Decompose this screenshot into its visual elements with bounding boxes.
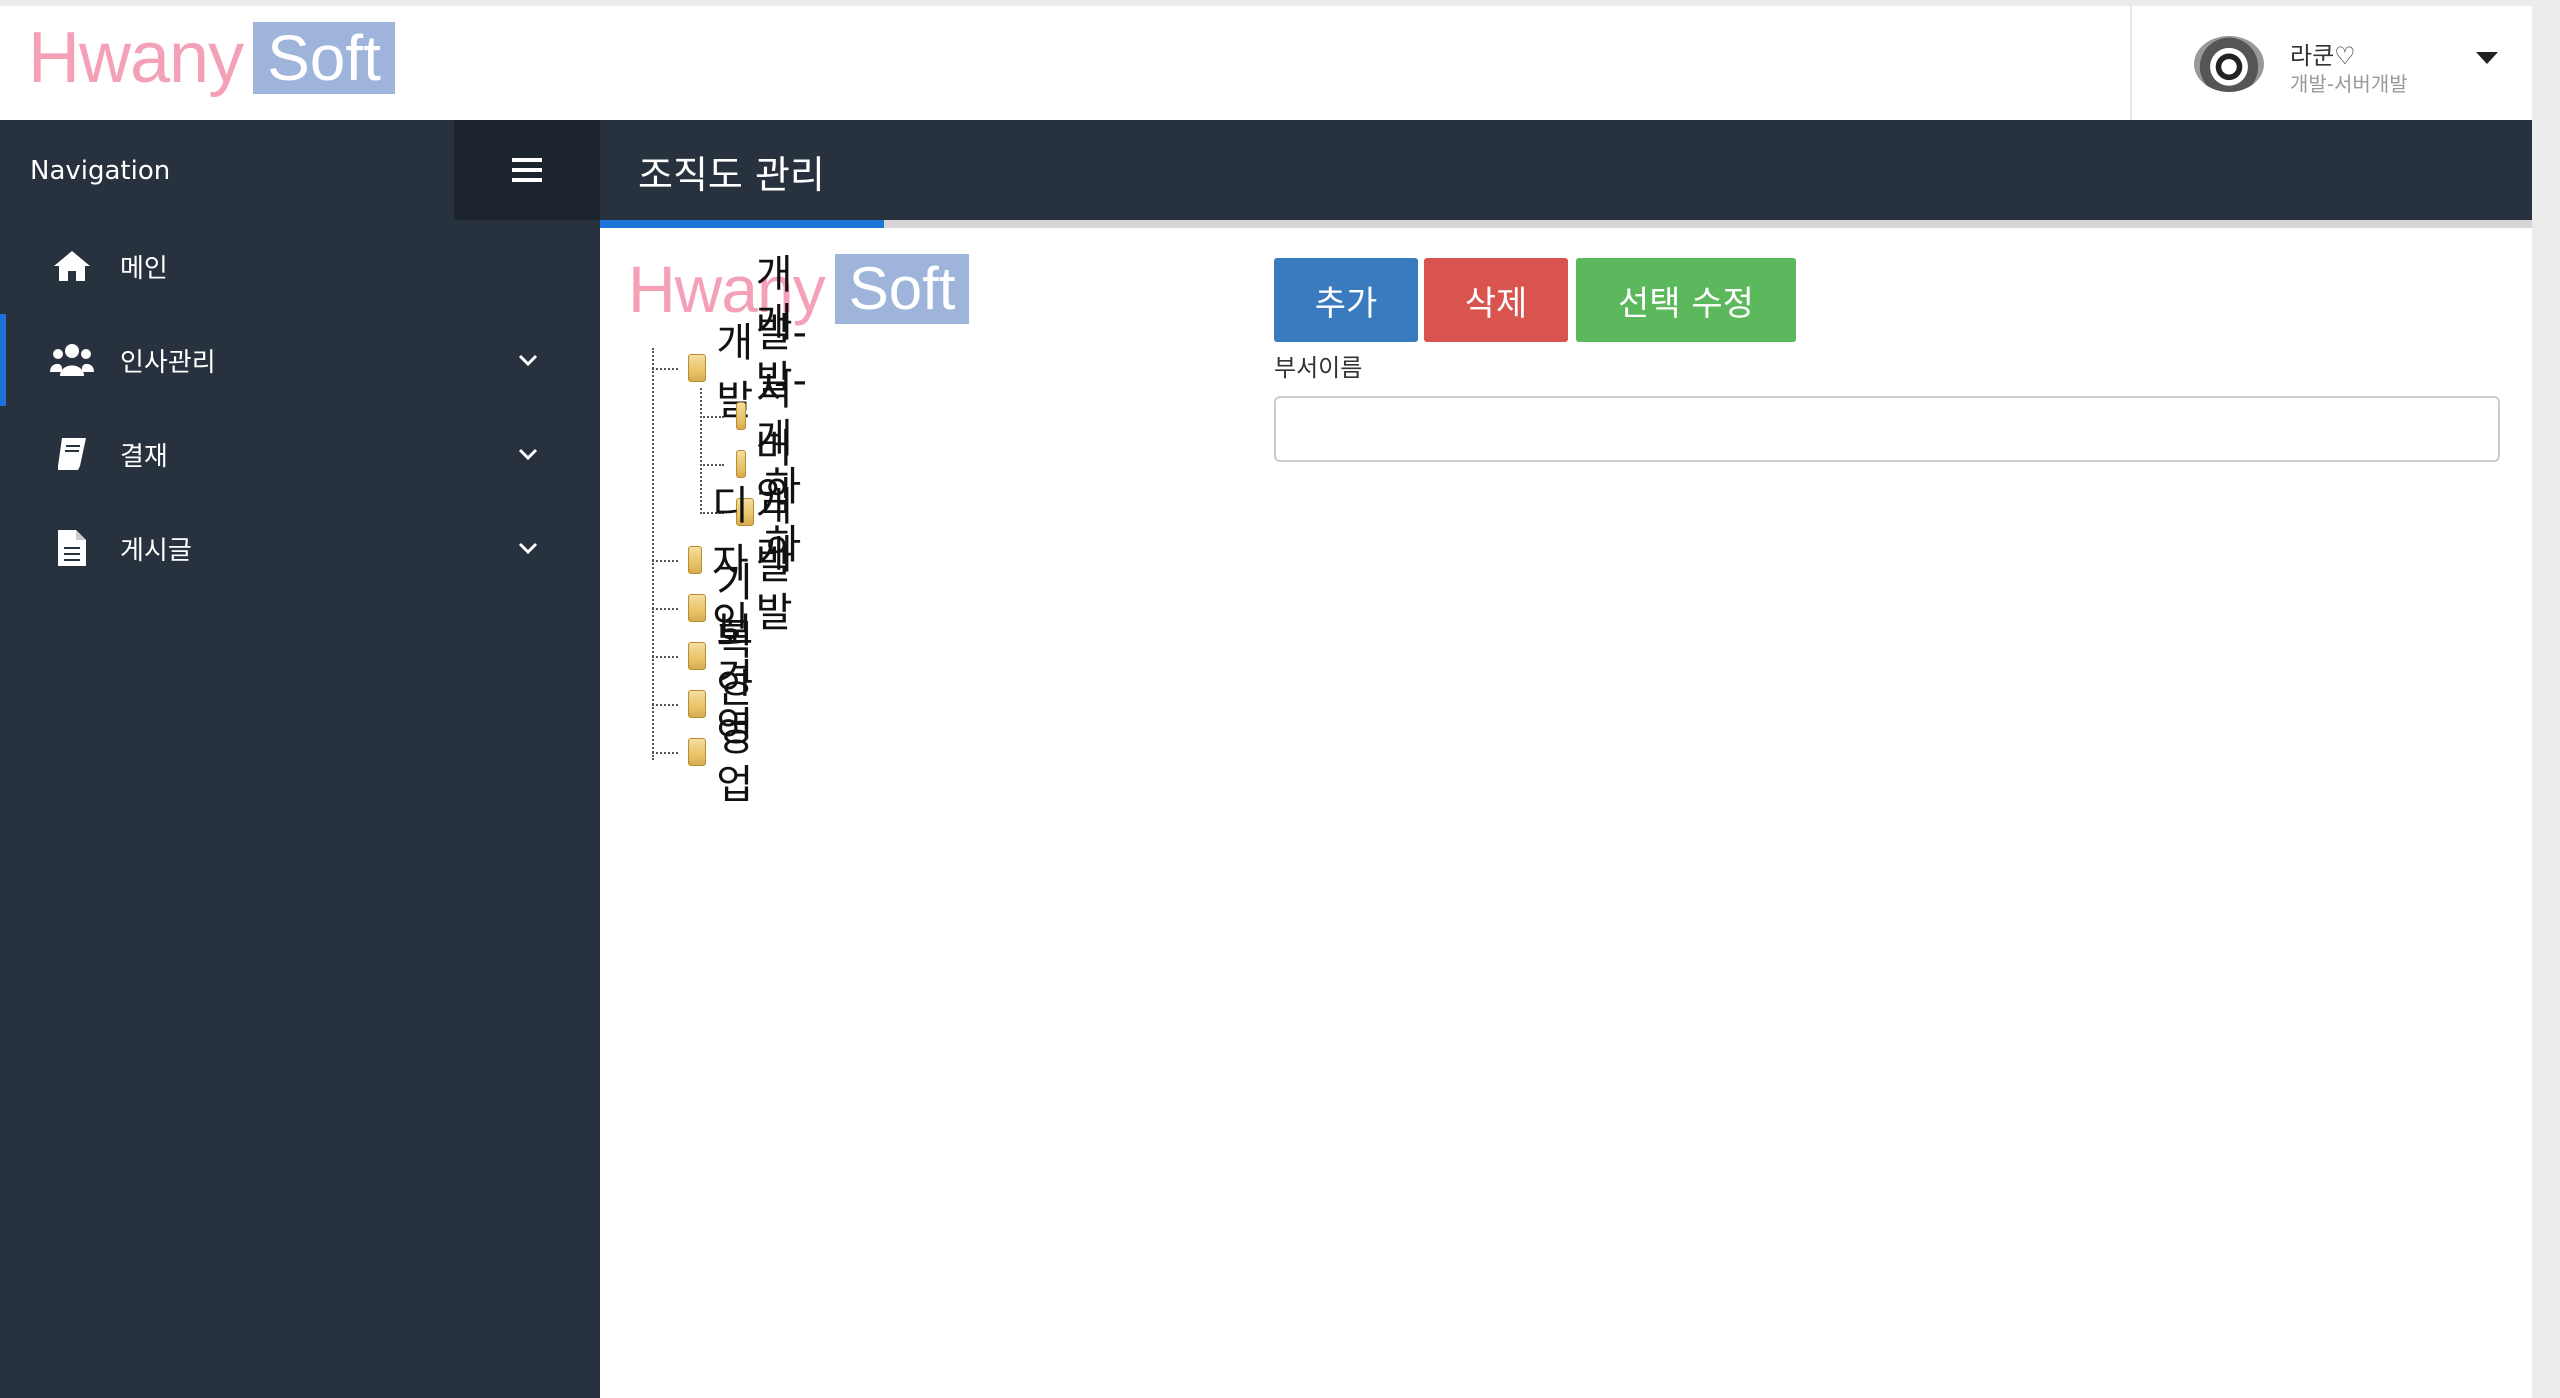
sidebar-title: Navigation xyxy=(30,156,171,186)
caret-down-icon[interactable] xyxy=(2476,52,2498,64)
sidebar-item-label: 게시글 xyxy=(120,535,192,566)
top-bar: Hwany Soft 라쿤♡ 개발-서버개발 xyxy=(0,0,2532,120)
tree-connector xyxy=(652,368,678,370)
tree-node-label: 하하 xyxy=(764,464,802,568)
folder-icon xyxy=(688,738,707,766)
sidebar-item-label: 결재 xyxy=(120,441,168,472)
page-title: 조직도 관리 xyxy=(638,153,825,197)
folder-icon xyxy=(688,690,707,718)
tree-connector xyxy=(652,608,678,610)
sidebar-item-hr[interactable]: 인사관리 xyxy=(0,314,600,406)
header-accent-bar xyxy=(600,220,884,228)
tree-connector xyxy=(652,560,678,562)
brand-logo-soft: Soft xyxy=(834,254,970,324)
folder-icon xyxy=(688,642,707,670)
delete-button[interactable]: 삭제 xyxy=(1424,258,1568,342)
tree-connector xyxy=(700,388,702,514)
tree-connector xyxy=(652,656,678,658)
window-edge xyxy=(2532,0,2560,1398)
user-department: 개발-서버개발 xyxy=(2290,72,2408,96)
tree-node-label: 영업 xyxy=(716,704,754,808)
tree-connector xyxy=(652,704,678,706)
content-header: 조직도 관리 xyxy=(600,120,2532,228)
sidebar-item-approval[interactable]: 결재 xyxy=(0,408,600,500)
sidebar-item-board[interactable]: 게시글 xyxy=(0,502,600,594)
sidebar-item-label: 메인 xyxy=(120,253,168,284)
tree-connector xyxy=(652,348,654,760)
users-icon xyxy=(50,340,94,380)
user-menu[interactable]: 라쿤♡ 개발-서버개발 xyxy=(2130,6,2532,120)
tree-node-sales[interactable]: 영업 xyxy=(688,704,763,808)
department-name-input[interactable] xyxy=(1274,396,2500,462)
sidebar-item-main[interactable]: 메인 xyxy=(0,220,600,312)
sidebar: Navigation 메인 인사관리 결재 게시글 xyxy=(0,120,600,1398)
brand-logo[interactable]: Hwany Soft xyxy=(28,22,395,94)
sidebar-item-label: 인사관리 xyxy=(120,347,216,378)
document-icon xyxy=(50,528,94,568)
avatar[interactable] xyxy=(2194,36,2264,92)
chevron-down-icon xyxy=(516,442,540,466)
folder-icon xyxy=(688,354,707,382)
chevron-down-icon xyxy=(516,348,540,372)
home-icon xyxy=(50,246,94,286)
user-name: 라쿤♡ xyxy=(2290,42,2356,70)
folder-icon xyxy=(736,402,746,430)
folder-icon xyxy=(688,546,702,574)
tree-node-dev[interactable]: 개발 xyxy=(688,320,763,424)
folder-icon xyxy=(688,594,707,622)
menu-toggle-button[interactable] xyxy=(454,120,600,220)
book-icon xyxy=(50,434,94,474)
tree-connector xyxy=(700,464,724,466)
edit-selected-button[interactable]: 선택 수정 xyxy=(1576,258,1796,342)
add-button[interactable]: 추가 xyxy=(1274,258,1418,342)
chevron-down-icon xyxy=(516,536,540,560)
brand-logo-soft: Soft xyxy=(253,22,395,94)
hamburger-icon xyxy=(512,155,542,185)
tree-connector xyxy=(652,752,678,754)
brand-logo-hw: Hwany xyxy=(28,18,244,98)
department-name-label: 부서이름 xyxy=(1274,354,1363,382)
